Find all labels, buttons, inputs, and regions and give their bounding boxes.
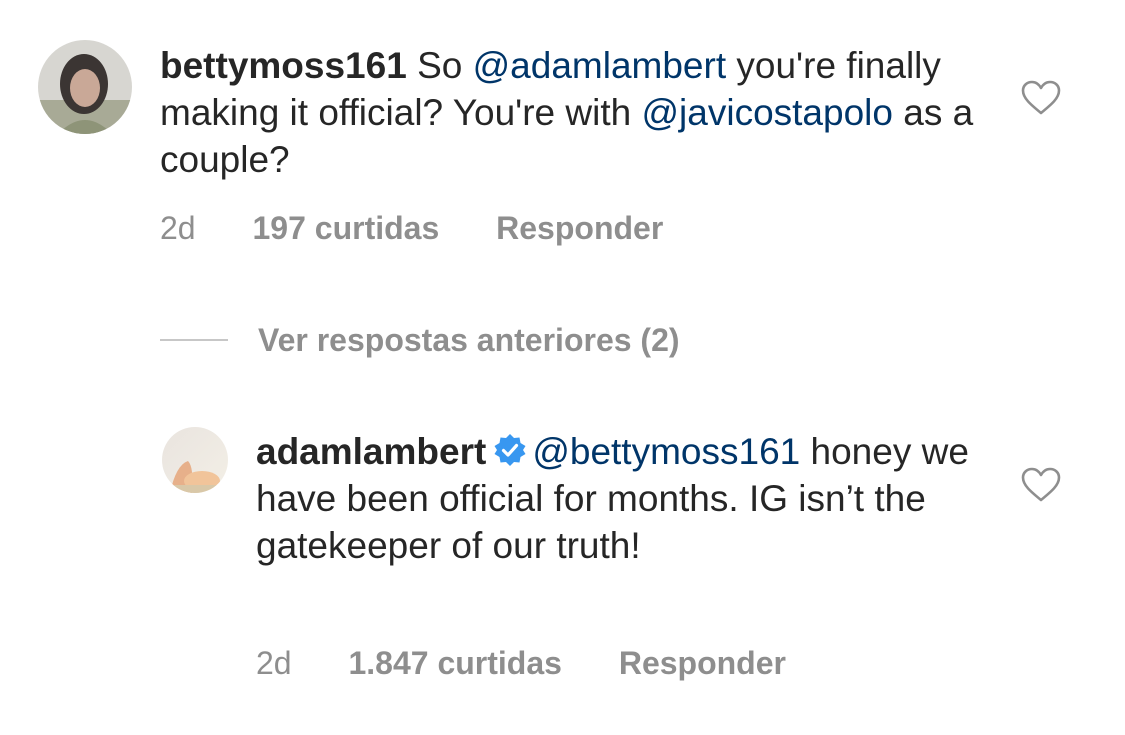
heart-outline-icon[interactable] xyxy=(1021,467,1061,503)
reply-button[interactable]: Responder xyxy=(619,645,786,681)
comment-likes[interactable]: 197 curtidas xyxy=(252,210,439,246)
comment-likes[interactable]: 1.847 curtidas xyxy=(348,645,561,681)
mention-link[interactable]: @adamlambert xyxy=(473,45,727,86)
comment-username[interactable]: bettymoss161 xyxy=(160,45,407,86)
avatar[interactable] xyxy=(162,427,228,493)
verified-badge-icon xyxy=(492,432,528,468)
reply-button[interactable]: Responder xyxy=(496,210,663,246)
comment-text-part: So xyxy=(417,45,473,86)
mention-link[interactable]: @javicostapolo xyxy=(642,92,893,133)
avatar[interactable] xyxy=(38,40,132,134)
comment-text: adamlambert @bettymoss161 honey we have … xyxy=(256,428,976,569)
divider-line xyxy=(160,339,228,341)
heart-outline-icon[interactable] xyxy=(1021,80,1061,116)
view-previous-replies[interactable]: Ver respostas anteriores (2) xyxy=(160,318,680,362)
comment-username[interactable]: adamlambert xyxy=(256,431,486,472)
comment-time: 2d xyxy=(160,210,196,246)
mention-link[interactable]: @bettymoss161 xyxy=(532,431,800,472)
view-replies-label[interactable]: Ver respostas anteriores (2) xyxy=(258,322,680,359)
comment-time: 2d xyxy=(256,645,292,681)
comment-meta: 2d 1.847 curtidas Responder xyxy=(256,645,786,682)
comment-meta: 2d 197 curtidas Responder xyxy=(160,210,663,247)
comment-text: bettymoss161 So @adamlambert you're fina… xyxy=(160,42,980,183)
